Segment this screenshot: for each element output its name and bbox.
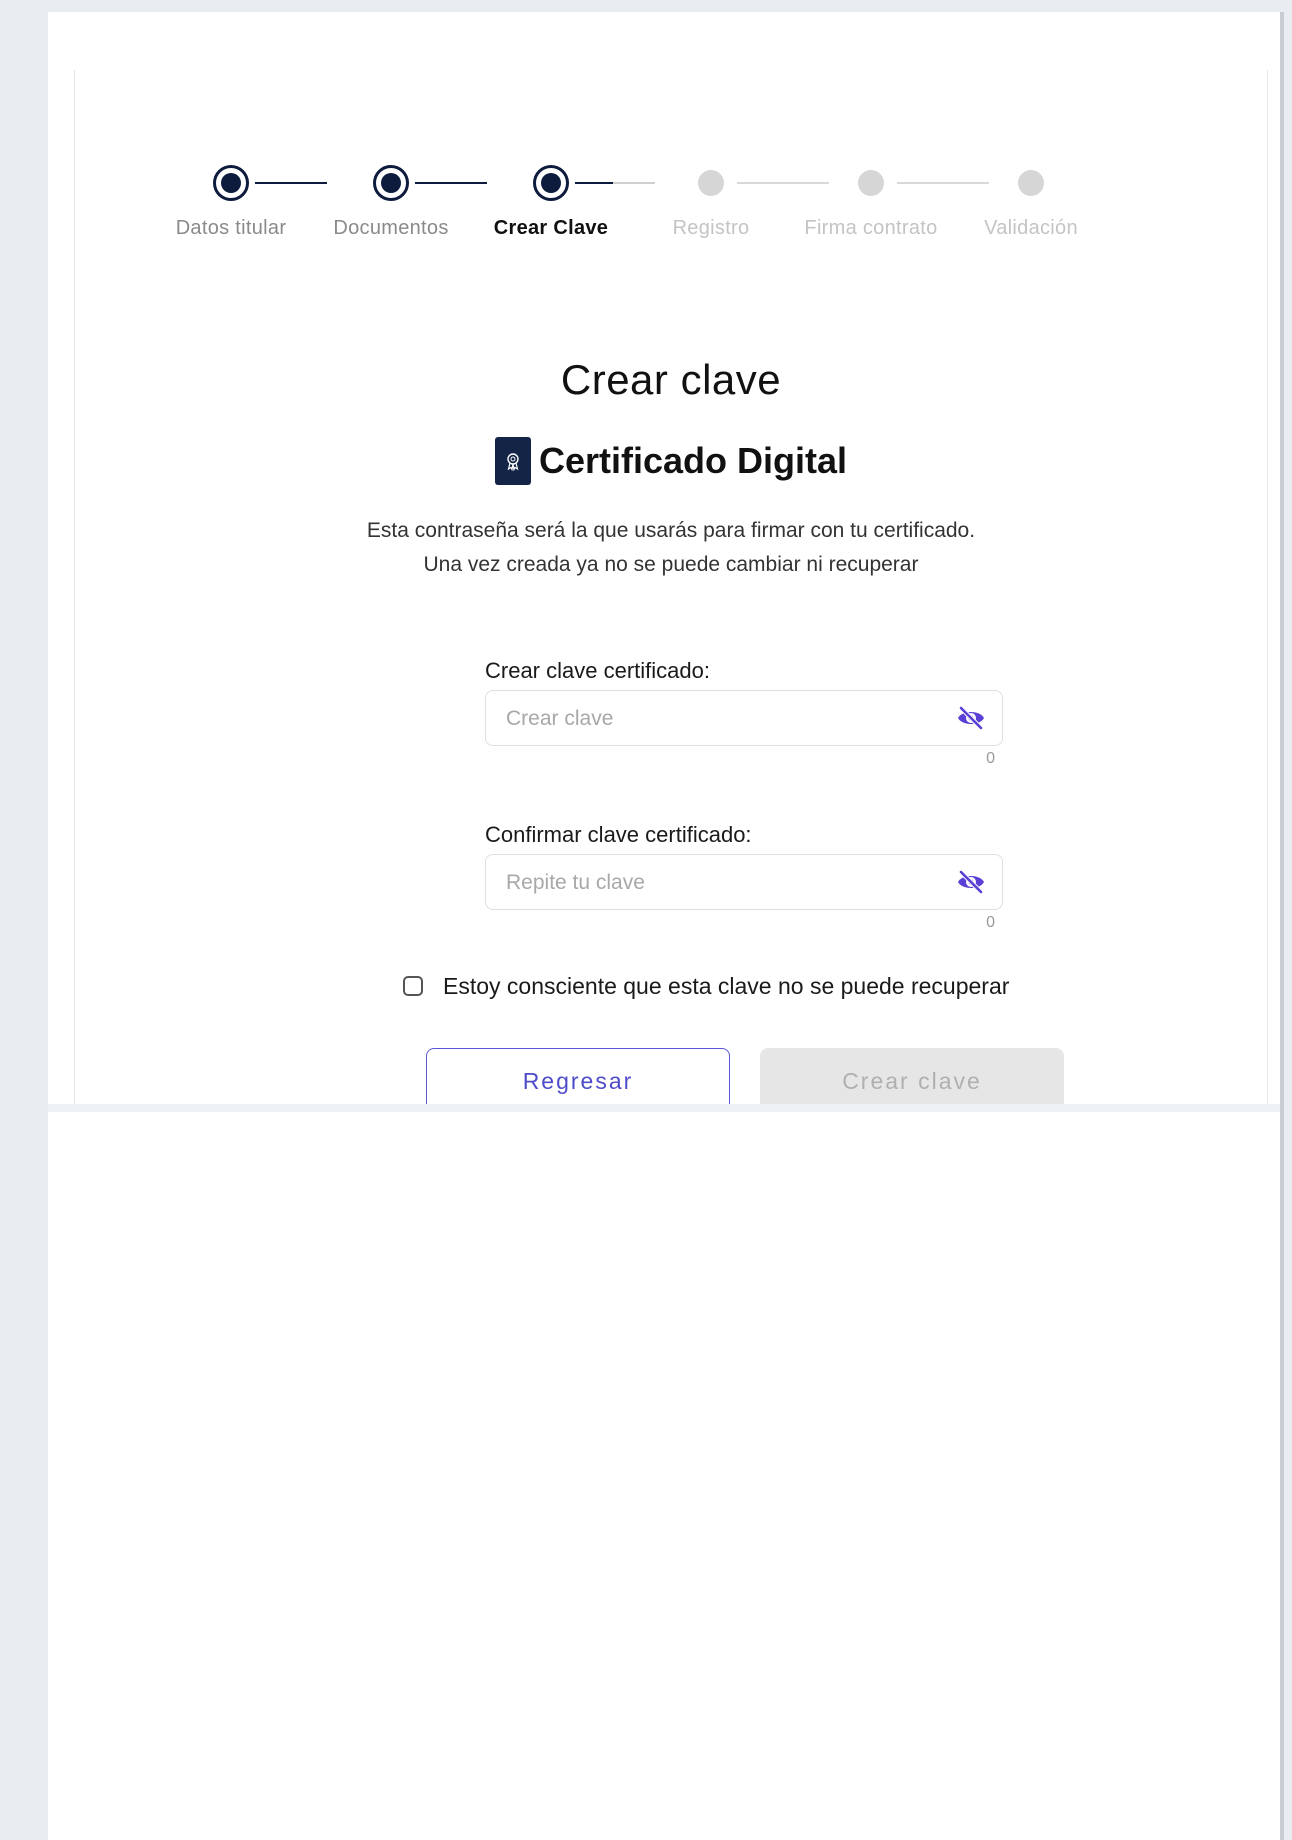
step-label: Firma contrato (804, 217, 938, 239)
step-pending-dot (1018, 170, 1044, 196)
create-key-button[interactable]: Crear clave (760, 1048, 1064, 1104)
step-pending-dot (858, 170, 884, 196)
step-label: Validación (984, 217, 1078, 239)
acknowledge-label[interactable]: Estoy consciente que esta clave no se pu… (443, 973, 1009, 1000)
step-pending-dot (698, 170, 724, 196)
acknowledge-checkbox[interactable] (403, 976, 423, 996)
page-subtitle: Certificado Digital (538, 440, 848, 481)
step-label-active: Crear Clave (493, 217, 609, 239)
description: Esta contraseña será la que usarás para … (75, 514, 1267, 582)
step-label: Datos titular (175, 217, 287, 239)
password-label: Crear clave certificado: (485, 658, 710, 683)
stepper-line (737, 182, 829, 184)
description-line: Esta contraseña será la que usarás para … (366, 519, 976, 542)
eye-slash-icon[interactable] (954, 703, 988, 733)
confirm-field[interactable] (485, 854, 1003, 910)
page-title: Crear clave (560, 356, 782, 403)
stepper-line (415, 182, 487, 184)
progress-stepper: Datos titular Documentos Crear Clave Reg… (75, 165, 1267, 265)
stepper-line (897, 182, 989, 184)
eye-slash-icon[interactable] (954, 867, 988, 897)
confirm-input[interactable] (504, 867, 928, 899)
certificate-badge-icon (494, 437, 531, 485)
step-active-dot (533, 165, 569, 201)
divider (48, 1104, 1280, 1112)
password-input[interactable] (504, 703, 928, 735)
back-button[interactable]: Regresar (426, 1048, 730, 1104)
step-done-dot (373, 165, 409, 201)
step-label: Registro (672, 217, 750, 239)
description-line: Una vez creada ya no se puede cambiar ni… (423, 553, 919, 576)
stepper-line (613, 182, 655, 184)
subtitle-row: Certificado Digital (75, 436, 1267, 486)
password-char-counter: 0 (986, 750, 995, 767)
step-label: Documentos (333, 217, 449, 239)
stepper-line (575, 182, 613, 184)
step-done-dot (213, 165, 249, 201)
confirm-char-counter: 0 (986, 914, 995, 931)
confirm-label: Confirmar clave certificado: (485, 822, 752, 847)
password-field[interactable] (485, 690, 1003, 746)
content-panel: Datos titular Documentos Crear Clave Reg… (74, 70, 1268, 1104)
acknowledge-row[interactable]: Estoy consciente que esta clave no se pu… (403, 970, 1009, 1002)
stepper-line (255, 182, 327, 184)
